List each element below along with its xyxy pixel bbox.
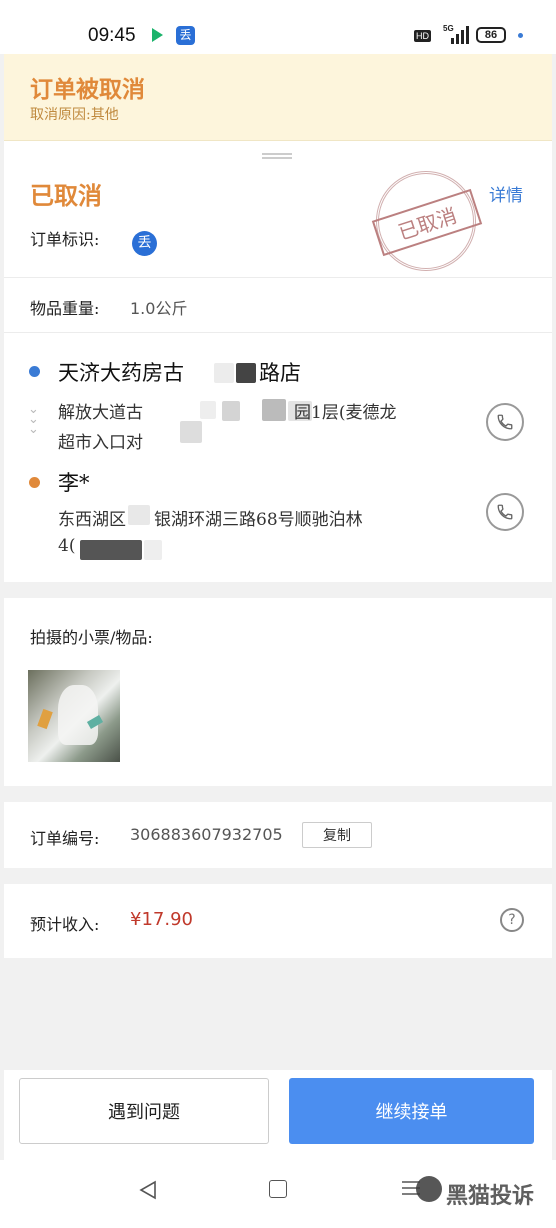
order-tag-label: 订单标识:	[30, 230, 100, 249]
cancel-banner: 订单被取消 取消原因:其他	[4, 54, 552, 141]
pickup-address-line1-a: 解放大道古	[58, 403, 143, 423]
phone-icon	[497, 504, 513, 520]
order-number-value: 306883607932705	[130, 825, 283, 844]
app-notification-icon: 丢	[176, 26, 195, 45]
cancel-reason: 取消原因:其他	[30, 107, 119, 123]
pickup-address-line1-b: 园1层(麦德龙	[294, 403, 397, 423]
weight-row: 物品重量: 1.0公斤	[4, 278, 552, 332]
photos-card: 拍摄的小票/物品:	[4, 598, 552, 786]
dropoff-address-line1-b: 银湖环湖三路68号顺驰泊林	[154, 510, 363, 530]
route-chevrons-icon: ⌄ ⌄ ⌄	[28, 402, 39, 437]
weight-value: 1.0公斤	[130, 299, 188, 318]
income-label: 预计收入:	[30, 915, 100, 934]
status-time: 09:45	[88, 25, 136, 46]
battery-icon: 86	[476, 27, 506, 43]
hd-badge: HD	[414, 30, 431, 42]
continue-orders-button[interactable]: 继续接单	[289, 1078, 534, 1144]
dropoff-address-line1-a: 东西湖区	[58, 510, 126, 530]
drag-handle[interactable]	[262, 153, 292, 159]
call-dropoff-button[interactable]	[486, 493, 524, 531]
dropoff-address-line2: 4(	[58, 536, 76, 556]
address-card: 天济大药房古 路店 ⌄ ⌄ ⌄ 解放大道古 园1层(麦德龙 超市入口对 李* 东西湖…	[4, 333, 552, 582]
battery-level: 86	[484, 29, 498, 41]
status-bar: 09:45 丢 HD 5G 86	[0, 0, 556, 54]
weight-label: 物品重量:	[30, 299, 100, 318]
pickup-dot-icon	[29, 366, 40, 377]
receipt-photo-thumbnail[interactable]	[28, 670, 120, 762]
dropoff-name: 李*	[58, 471, 90, 495]
help-icon[interactable]: ?	[500, 908, 524, 932]
detail-link[interactable]: 详情	[489, 181, 523, 206]
income-value: ¥17.90	[130, 909, 193, 930]
status-title: 已取消	[30, 181, 102, 210]
stamp-text: 已取消	[371, 188, 483, 257]
phone-icon	[497, 414, 513, 430]
order-number-label: 订单编号:	[30, 829, 100, 848]
report-problem-button[interactable]: 遇到问题	[19, 1078, 269, 1144]
pickup-name-suffix: 路店	[259, 361, 301, 385]
nav-back-icon[interactable]	[138, 1180, 158, 1200]
order-tag-icon: 丢	[132, 231, 157, 256]
watermark-cat-icon	[416, 1176, 442, 1202]
order-number-card: 订单编号: 306883607932705 复制	[4, 802, 552, 868]
photos-label: 拍摄的小票/物品:	[30, 628, 153, 647]
nav-home-icon[interactable]	[269, 1180, 287, 1198]
play-store-icon	[152, 28, 163, 42]
income-card: 预计收入: ¥17.90 ?	[4, 884, 552, 958]
pickup-name: 天济大药房古	[58, 361, 184, 385]
watermark-text: 黑猫投诉	[446, 1183, 535, 1209]
cancelled-stamp: 已取消	[371, 171, 483, 271]
dropoff-dot-icon	[29, 477, 40, 488]
copy-button[interactable]: 复制	[302, 822, 372, 848]
system-nav-bar: 黑猫投诉	[0, 1160, 556, 1228]
notification-dot-icon	[518, 33, 523, 38]
pickup-address-line2: 超市入口对	[58, 433, 143, 453]
signal-5g-label: 5G	[443, 24, 454, 33]
order-status-card: 已取消 详情 订单标识: 丢 已取消	[4, 141, 552, 277]
action-bar: 遇到问题 继续接单	[4, 1070, 552, 1160]
banner-title: 订单被取消	[30, 76, 145, 103]
call-pickup-button[interactable]	[486, 403, 524, 441]
